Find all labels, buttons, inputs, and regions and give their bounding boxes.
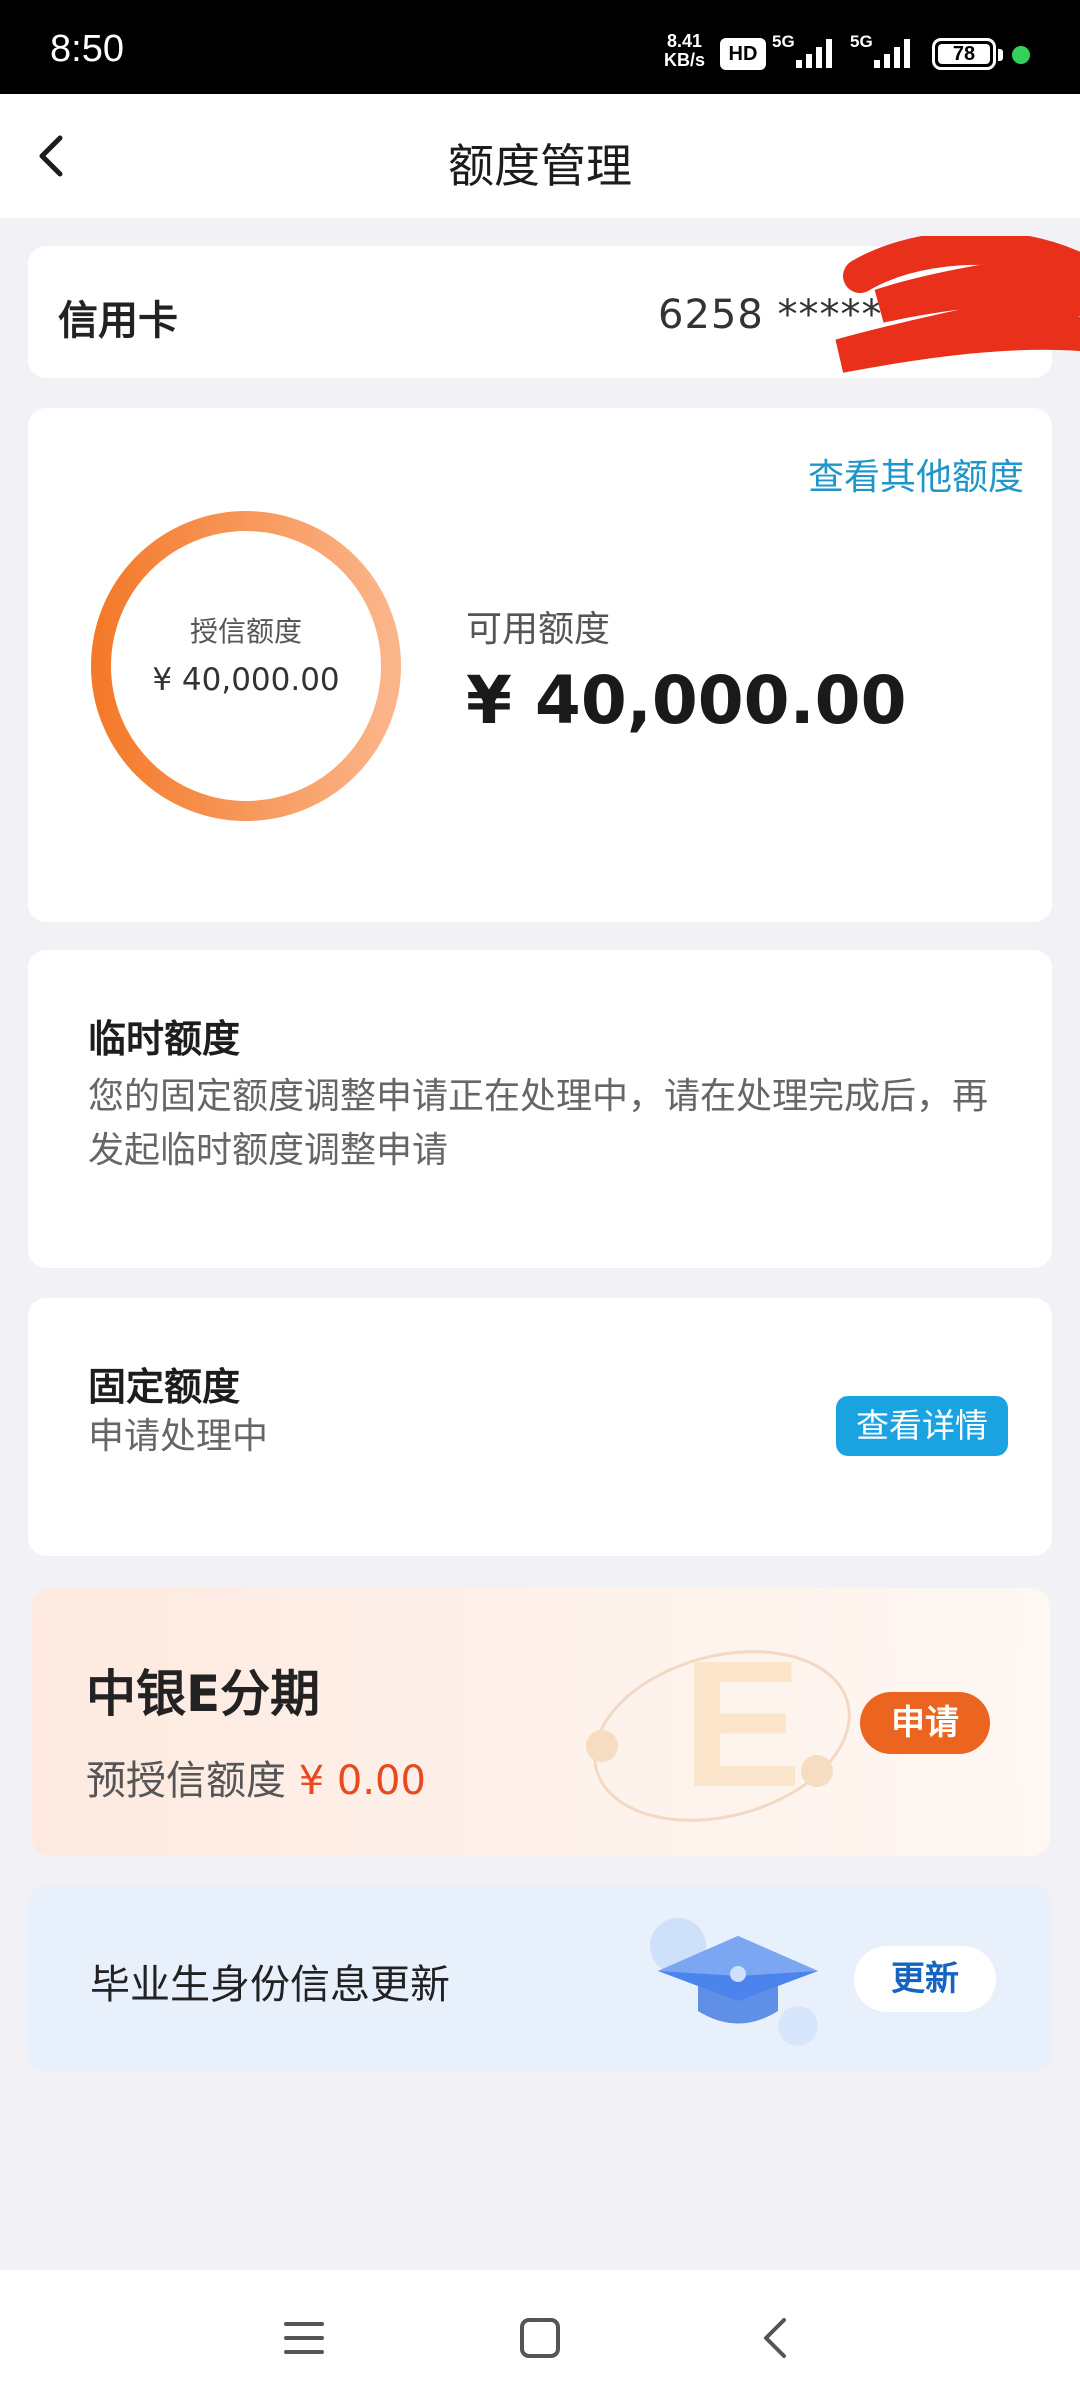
pre-credit-label: 预授信额度 xyxy=(86,1758,286,1804)
network-speed-unit: KB/s xyxy=(664,50,706,70)
fixed-quota-title: 固定额度 xyxy=(88,1365,241,1409)
status-bar: 8:50 8.41 KB/s HD 5G 5G 78 xyxy=(0,0,1080,94)
available-limit-label: 可用额度 xyxy=(466,609,611,650)
graduate-update-banner[interactable]: 毕业生身份信息更新 更新 xyxy=(28,1886,1052,2072)
temporary-quota-title: 临时额度 xyxy=(88,1017,241,1061)
network-speed-value: 8.41 xyxy=(666,31,703,51)
signal-1-icon: 5G xyxy=(772,32,842,72)
installment-title: 中银E分期 xyxy=(86,1665,321,1723)
privacy-indicator-dot xyxy=(1012,46,1030,64)
credit-limit-label: 授信额度 xyxy=(189,615,302,648)
credit-limit-value: ¥ 40,000.00 xyxy=(152,662,340,698)
page-title: 额度管理 xyxy=(448,139,632,193)
temporary-quota-card: 临时额度 您的固定额度调整申请正在处理中，请在处理完成后，再发起临时额度调整申请 xyxy=(28,950,1052,1268)
signal-1-label: 5G xyxy=(772,32,795,51)
view-details-button[interactable]: 查看详情 xyxy=(836,1396,1008,1456)
back-chevron-icon[interactable] xyxy=(746,2308,806,2368)
hd-voice-badge: HD xyxy=(720,38,766,70)
signal-2-label: 5G xyxy=(850,32,873,51)
installment-banner[interactable]: E 中银E分期 预授信额度 ¥ 0.00 申请 xyxy=(32,1588,1050,1856)
credit-quota-card: 查看其他额度 授信额度 ¥ 40,000.00 可用额度 ¥ 40,000.00 xyxy=(28,408,1052,922)
signal-2-icon: 5G xyxy=(850,32,920,72)
pre-credit-line: 预授信额度 ¥ 0.00 xyxy=(86,1748,426,1806)
home-square-icon[interactable] xyxy=(510,2308,570,2368)
available-limit-value: ¥ 40,000.00 xyxy=(466,662,907,739)
network-speed: 8.41 KB/s xyxy=(664,32,705,70)
e-installment-logo-icon: E xyxy=(586,1624,851,1825)
account-type-label: 信用卡 xyxy=(58,298,178,344)
view-other-quota-link[interactable]: 查看其他额度 xyxy=(808,448,1024,500)
status-time: 8:50 xyxy=(50,28,124,70)
system-nav-bar xyxy=(0,2270,1080,2400)
fixed-quota-card: 固定额度 申请处理中 查看详情 xyxy=(28,1298,1052,1556)
graduation-cap-icon xyxy=(650,1918,818,2046)
update-button[interactable]: 更新 xyxy=(854,1946,996,2012)
svg-text:E: E xyxy=(682,1624,802,1825)
app-header: 额度管理 xyxy=(0,94,1080,218)
redaction-scribble xyxy=(835,236,1080,373)
apply-button[interactable]: 申请 xyxy=(860,1692,990,1754)
graduate-update-title: 毕业生身份信息更新 xyxy=(90,1962,450,2008)
battery-icon: 78 xyxy=(932,38,1003,70)
battery-level: 78 xyxy=(938,44,990,64)
menu-icon[interactable] xyxy=(274,2308,334,2368)
pre-credit-value: ¥ 0.00 xyxy=(298,1758,426,1804)
temporary-quota-description: 您的固定额度调整申请正在处理中，请在处理完成后，再发起临时额度调整申请 xyxy=(88,1076,989,1171)
